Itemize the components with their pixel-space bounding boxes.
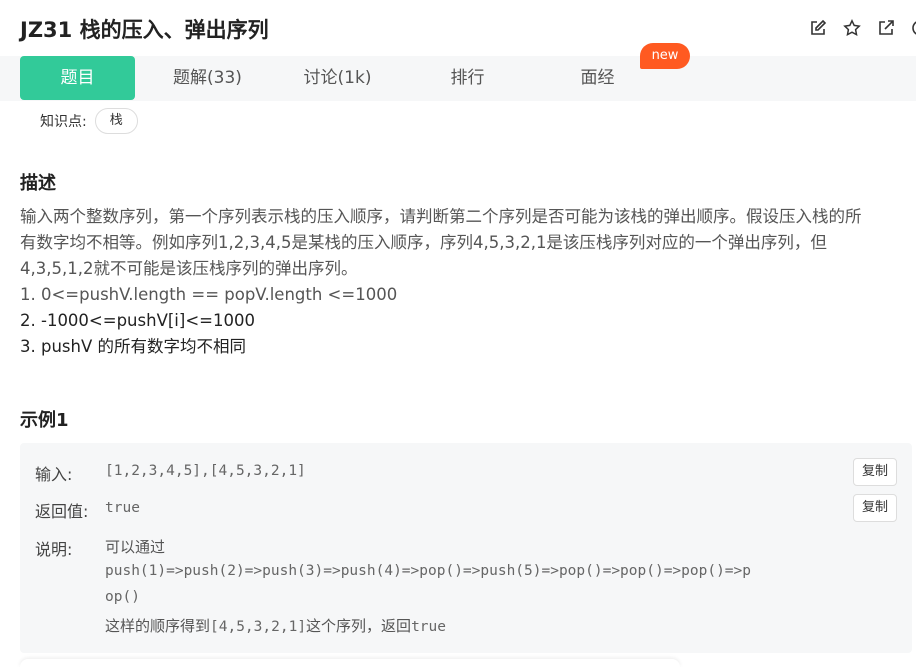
page-title: JZ31 栈的压入、弹出序列 (20, 18, 269, 42)
example-heading: 示例1 (20, 410, 69, 431)
explain-text: 这样的顺序得到 (105, 617, 211, 635)
knowledge-points: 知识点: 栈 (40, 108, 138, 134)
example-panel: 输入: [1,2,3,4,5],[4,5,3,2,1] 复制 返回值: true… (20, 443, 912, 653)
tab-bar: 题目 题解(33) 讨论(1k) 排行 面经 (0, 56, 916, 101)
description-heading: 描述 (20, 173, 56, 194)
tab-ranking[interactable]: 排行 (410, 56, 525, 100)
share-icon[interactable] (876, 18, 896, 38)
tab-discussion[interactable]: 讨论(1k) (280, 56, 395, 100)
input-value: [1,2,3,4,5],[4,5,3,2,1] (105, 463, 306, 479)
constraint-line: 2. -1000<=pushV[i]<=1000 (20, 311, 255, 330)
explain-text: 可以通过 (105, 538, 166, 556)
tab-interview[interactable]: 面经 (540, 56, 655, 100)
description-line: 输入两个整数序列，第一个序列表示栈的压入顺序，请判断第二个序列是否可能为该栈的弹… (20, 207, 862, 226)
tab-problem[interactable]: 题目 (20, 56, 135, 100)
explain-text: 这个序列，返回 (306, 617, 412, 635)
explain-line: 可以通过 (105, 536, 165, 557)
copy-input-button[interactable]: 复制 (853, 458, 897, 486)
output-label: 返回值: (35, 502, 89, 521)
input-label: 输入: (35, 465, 73, 484)
description-body: 输入两个整数序列，第一个序列表示栈的压入顺序，请判断第二个序列是否可能为该栈的弹… (20, 204, 916, 360)
output-value: true (105, 500, 140, 516)
explain-true: true (411, 619, 446, 635)
explain-label: 说明: (35, 540, 73, 559)
explain-line: push(1)=>push(2)=>push(3)=>push(4)=>pop(… (105, 563, 752, 579)
header-actions (808, 18, 916, 38)
problem-header: JZ31 栈的压入、弹出序列 (0, 0, 916, 56)
more-icon[interactable] (910, 18, 916, 38)
explain-line: op() (105, 589, 140, 605)
knowledge-tag[interactable]: 栈 (94, 108, 138, 134)
star-icon[interactable] (842, 18, 862, 38)
next-panel-edge (20, 659, 680, 667)
description-line: 4,3,5,1,2就不可能是该压栈序列的弹出序列。 (20, 259, 358, 278)
tab-solutions[interactable]: 题解(33) (150, 56, 265, 100)
edit-icon[interactable] (808, 18, 828, 38)
constraint-line: 3. pushV 的所有数字均不相同 (20, 337, 247, 356)
copy-output-button[interactable]: 复制 (853, 494, 897, 522)
explain-seq: [4,5,3,2,1] (210, 619, 307, 635)
explain-line: 这样的顺序得到[4,5,3,2,1]这个序列，返回true (105, 615, 446, 636)
constraint-line: 1. 0<=pushV.length == popV.length <=1000 (20, 285, 398, 304)
new-badge: new (640, 43, 690, 69)
description-line: 有数字均不相等。例如序列1,2,3,4,5是某栈的压入顺序，序列4,5,3,2,… (20, 233, 827, 252)
knowledge-label: 知识点: (40, 114, 87, 130)
